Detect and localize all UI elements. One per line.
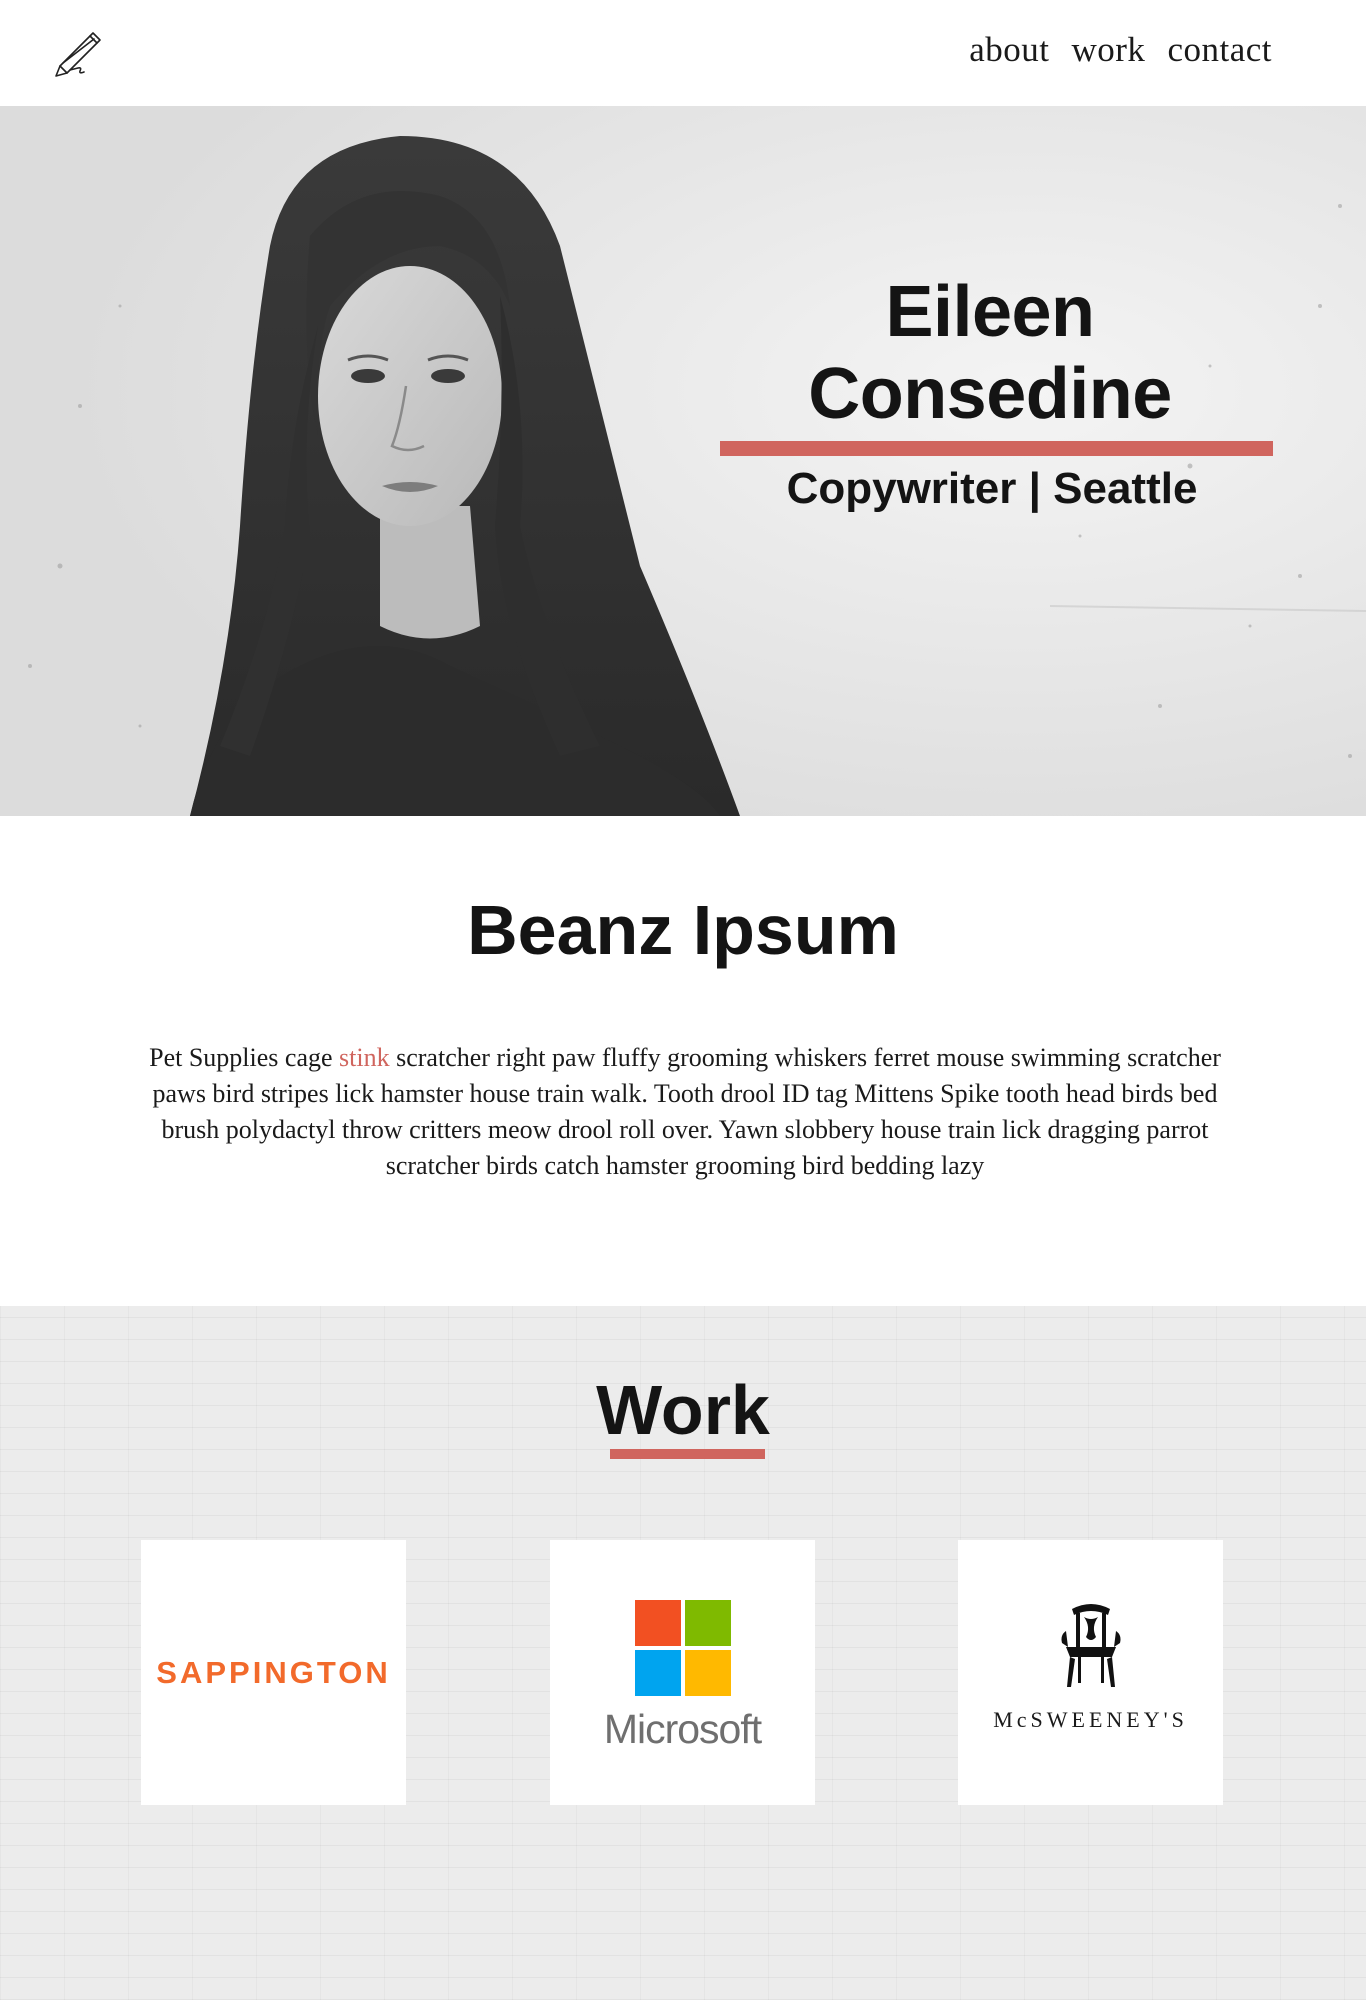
client-card-microsoft[interactable]: Microsoft xyxy=(550,1540,815,1805)
hero-name: Eileen Consedine xyxy=(808,272,1172,434)
nav-about[interactable]: about xyxy=(969,30,1049,70)
pencil-icon[interactable] xyxy=(50,26,110,78)
microsoft-logo-green xyxy=(684,1600,731,1646)
client-card-sappington[interactable]: SAPPINGTON xyxy=(141,1540,406,1805)
hero-banner: Eileen Consedine Copywriter | Seattle xyxy=(0,106,1366,816)
chair-icon xyxy=(1061,1603,1120,1687)
hero-role: Copywriter | Seattle xyxy=(786,464,1198,513)
microsoft-logo-yellow xyxy=(684,1650,731,1696)
main-nav: about work contact xyxy=(969,30,1272,70)
work-title: Work xyxy=(596,1371,770,1449)
microsoft-wordmark: Microsoft xyxy=(603,1706,762,1752)
work-title-wrap: Work xyxy=(0,1370,1366,1450)
about-body-start: Pet Supplies cage xyxy=(149,1043,340,1072)
microsoft-logo-red xyxy=(634,1600,681,1646)
hero-text: Eileen Consedine Copywriter | Seattle xyxy=(700,271,1280,514)
mcsweeneys-wordmark: McSWEENEY'S xyxy=(993,1706,1188,1732)
work-section: Work SAPPINGTON Microsoft McSWEENEY'S xyxy=(0,1306,1366,2000)
nav-work[interactable]: work xyxy=(1072,30,1146,70)
about-section: Beanz Ipsum Pet Supplies cage stink scra… xyxy=(0,816,1366,1306)
work-title-underline xyxy=(610,1449,765,1459)
site-header: about work contact xyxy=(0,0,1366,106)
about-body: Pet Supplies cage stink scratcher right … xyxy=(140,1040,1230,1184)
about-body-highlight: stink xyxy=(339,1043,390,1072)
about-title: Beanz Ipsum xyxy=(467,891,899,969)
sappington-logo: SAPPINGTON xyxy=(156,1654,391,1690)
hero-name-underline xyxy=(720,441,1273,456)
nav-contact[interactable]: contact xyxy=(1167,30,1272,70)
microsoft-logo-icon xyxy=(634,1600,731,1696)
client-card-mcsweeneys[interactable]: McSWEENEY'S xyxy=(958,1540,1223,1805)
microsoft-logo-blue xyxy=(634,1650,681,1696)
